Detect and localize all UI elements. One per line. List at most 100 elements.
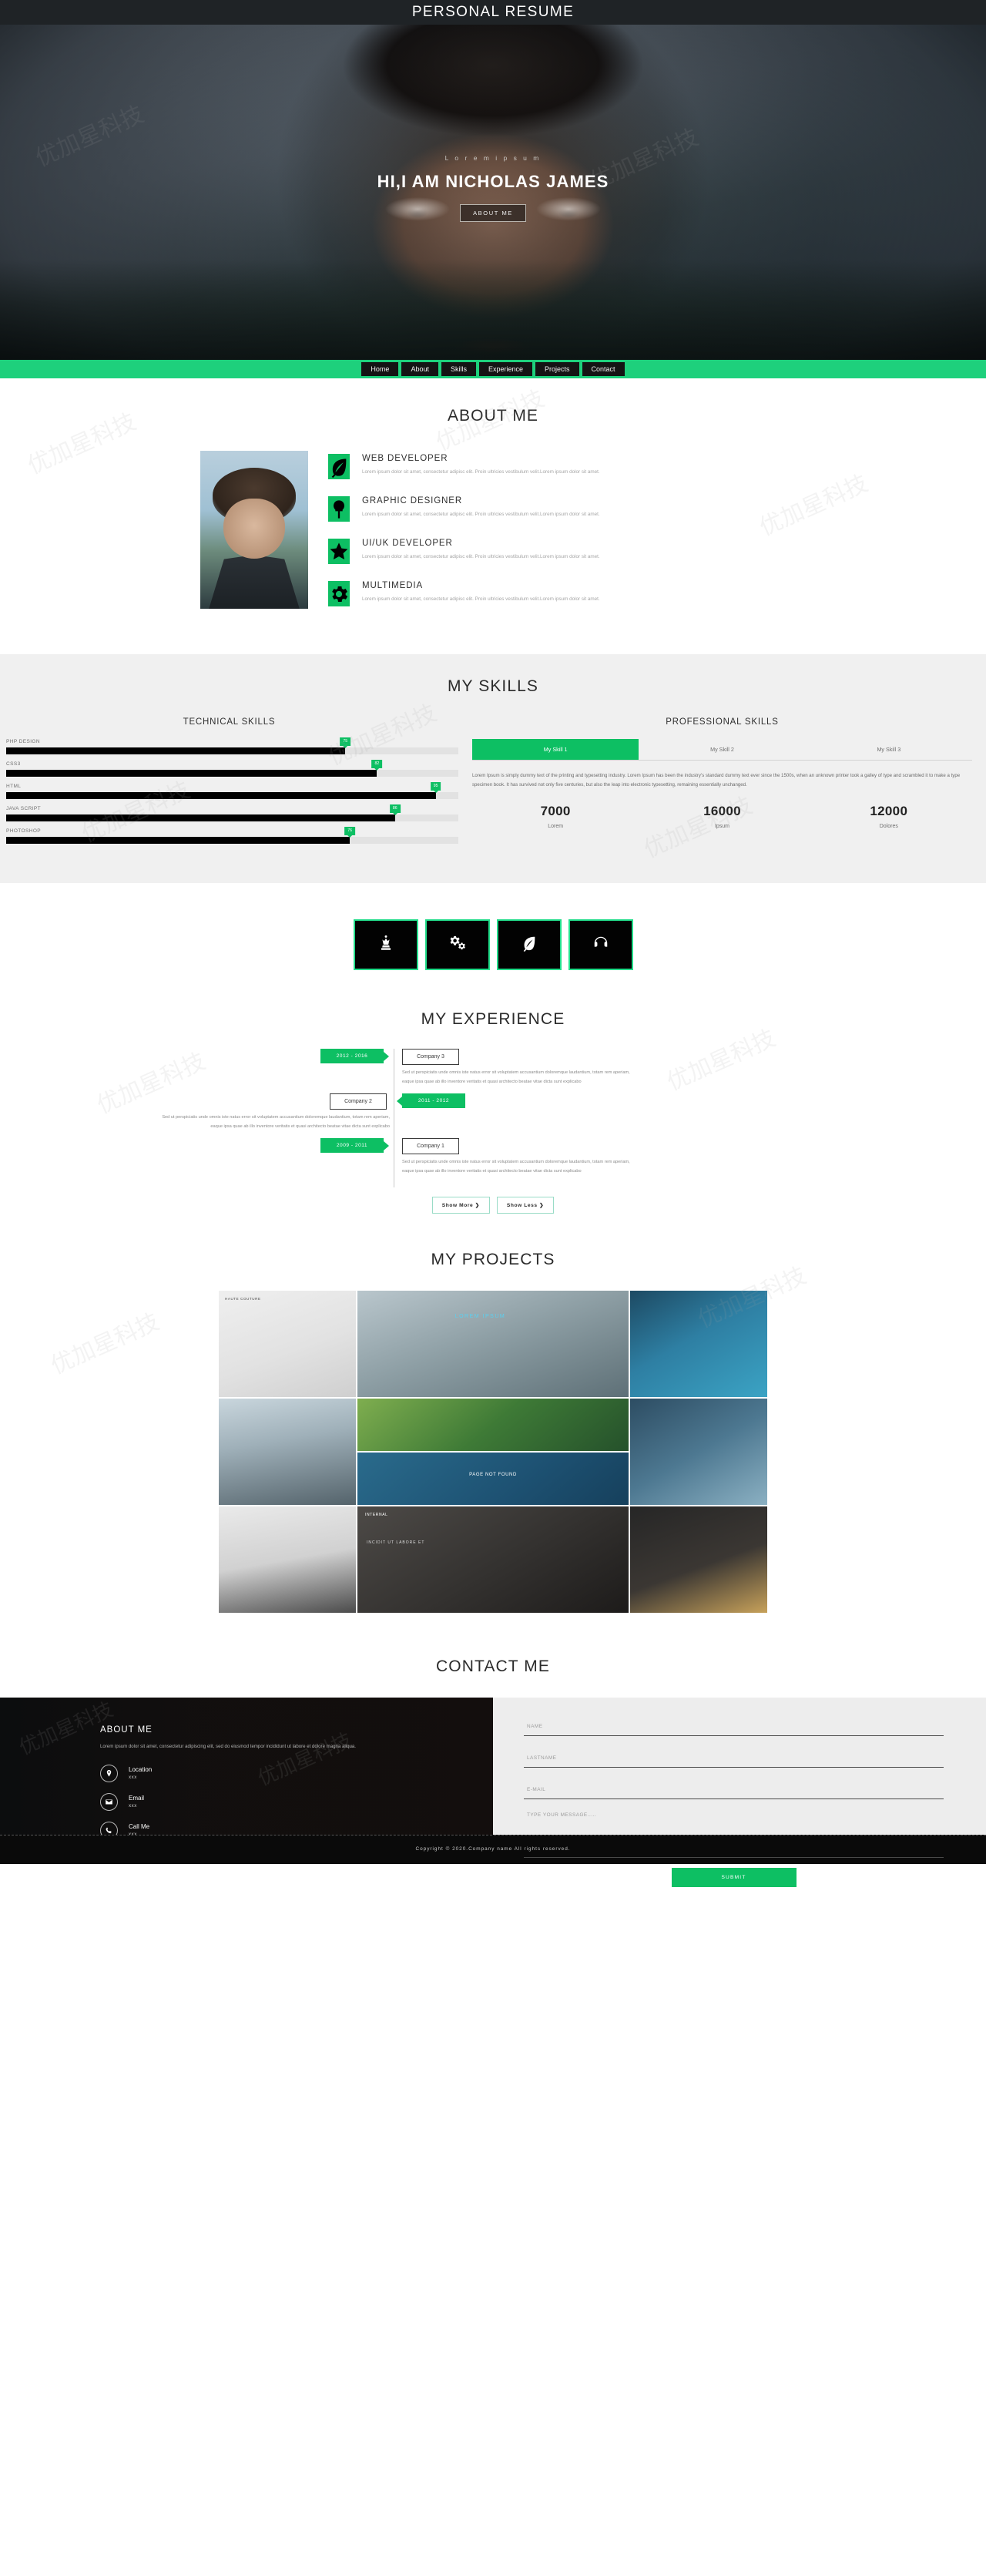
counter-item: 12000 Dolores [806, 804, 972, 829]
skill-bar-value: 95 [430, 782, 441, 793]
service-description: Lorem ipsum dolor sit amet, consectetur … [362, 512, 600, 517]
projects-heading: MY PROJECTS [431, 1251, 555, 1268]
skill-bar-row: HTML 95 [0, 782, 458, 799]
experience-company: Company 1 [402, 1138, 459, 1154]
location-pin-icon [100, 1764, 118, 1782]
headphones-icon [592, 935, 609, 956]
experience-company: Company 2 [330, 1093, 387, 1110]
skill-bars-list: PHP DESIGN 75 CSS3 82 HTML 95 JAVA SCRIPT 86 PHO… [0, 737, 458, 844]
icon-box[interactable] [424, 919, 490, 970]
experience-timeline: 2012 - 2016 Company 3 Sed ut perspiciatis … [162, 1049, 732, 1187]
skill-bar-fill [6, 837, 350, 844]
nav-item-about[interactable]: About [401, 362, 438, 376]
contact-item-label: Email [129, 1795, 145, 1802]
icon-boxes-row [0, 883, 986, 1010]
service-description: Lorem ipsum dolor sit amet, consectetur … [362, 554, 600, 559]
main-navigation: Home About Skills Experience Projects Contact [0, 360, 986, 378]
project-tile[interactable]: HAUTE COUTURE [219, 1291, 356, 1397]
hero-about-me-button[interactable]: ABOUT ME [460, 204, 526, 222]
experience-description: Sed ut perspiciatis unde omnis iste natu… [402, 1160, 630, 1174]
nav-item-experience[interactable]: Experience [478, 362, 533, 376]
service-item: WEB DEVELOPER Lorem ipsum dolor sit amet,… [328, 454, 786, 479]
technical-skills-heading: TECHNICAL SKILLS [183, 717, 276, 727]
project-caption: PAGE NOT FOUND [469, 1473, 517, 1477]
skill-bar-label: PHOTOSHOP [6, 828, 42, 834]
nav-item-projects[interactable]: Projects [535, 362, 579, 376]
project-tile[interactable]: INTERNAL INCIDIT UT LABORE ET [357, 1506, 629, 1613]
service-description: Lorem ipsum dolor sit amet, consectetur … [362, 469, 600, 475]
contact-info-panel: ABOUT ME Lorem ipsum dolor sit amet, con… [0, 1698, 493, 1835]
technical-skills-column: TECHNICAL SKILLS PHP DESIGN 75 CSS3 82 HTML 9… [0, 717, 458, 851]
counter-item: 16000 Ipsum [639, 804, 805, 829]
skill-bar-fill [6, 770, 377, 777]
skill-bar-value: 76 [344, 827, 355, 838]
lastname-input[interactable] [527, 1755, 941, 1761]
contact-form: SUBMIT [493, 1698, 986, 1887]
skill-bar-row: PHOTOSHOP 76 [0, 827, 458, 844]
contact-item: Call Me xxx [100, 1821, 493, 1835]
counter-label: Lorem [548, 824, 564, 830]
page-title: PERSONAL RESUME [411, 4, 575, 20]
name-input[interactable] [527, 1724, 941, 1729]
counter-label: Dolores [879, 824, 898, 830]
skill-bar-row: JAVA SCRIPT 86 [0, 804, 458, 821]
watermark: 优加星科技 [46, 1308, 164, 1380]
email-input[interactable] [527, 1787, 941, 1792]
counter-number: 16000 [703, 804, 741, 819]
counter-number: 12000 [870, 804, 908, 819]
lastname-field-wrap [524, 1746, 944, 1768]
project-tile[interactable] [219, 1399, 356, 1505]
skill-tab-1[interactable]: My Skill 1 [472, 739, 639, 760]
skill-bar-track: 76 [6, 827, 458, 844]
skill-bar-value: 75 [340, 737, 351, 748]
project-tile[interactable]: PAGE NOT FOUND [357, 1453, 629, 1505]
project-tile[interactable] [630, 1399, 767, 1505]
hero-title: HI,I AM NICHOLAS JAMES [377, 172, 609, 191]
skill-bar-track: 86 [6, 804, 458, 821]
counter-label: Ipsum [714, 824, 730, 830]
skill-bar-fill [6, 792, 436, 799]
skill-bar-value: 86 [389, 804, 401, 815]
icon-box[interactable] [353, 919, 418, 970]
hero-content: L o r e m i p s u m HI,I AM NICHOLAS JAM… [0, 25, 986, 222]
experience-section: MY EXPERIENCE 2012 - 2016 Company 3 Sed ut… [0, 1010, 986, 1232]
project-tile[interactable] [357, 1399, 629, 1451]
counter-item: 7000 Lorem [472, 804, 639, 829]
about-services-list: WEB DEVELOPER Lorem ipsum dolor sit amet,… [328, 451, 786, 623]
experience-date: 2009 - 2011 [320, 1138, 389, 1153]
project-tile[interactable] [630, 1506, 767, 1613]
about-portrait-body [209, 555, 300, 609]
project-tile[interactable] [219, 1506, 356, 1613]
skill-bar-track: 95 [6, 782, 458, 799]
project-tile[interactable] [630, 1291, 767, 1397]
project-caption: LOREM IPSUM [454, 1314, 506, 1319]
contact-item-value: xxx [129, 1832, 137, 1835]
nav-item-skills[interactable]: Skills [441, 362, 476, 376]
show-less-button[interactable]: Show Less ❯ [496, 1197, 555, 1214]
message-textarea[interactable] [527, 1812, 941, 1849]
project-caption: HAUTE COUTURE [225, 1297, 261, 1301]
nav-item-home[interactable]: Home [361, 362, 399, 376]
skill-tab-2[interactable]: My Skill 2 [639, 739, 805, 760]
skills-heading: MY SKILLS [447, 677, 539, 695]
contact-item-value: xxx [129, 1803, 137, 1809]
show-more-button[interactable]: Show More ❯ [431, 1197, 490, 1214]
experience-entry: 2011 - 2012 Company 2 Sed ut perspiciatis … [162, 1093, 732, 1138]
cogs-icon [449, 935, 466, 956]
project-tile[interactable]: LOREM IPSUM [357, 1291, 629, 1397]
experience-date: 2011 - 2012 [397, 1093, 465, 1108]
submit-button[interactable]: SUBMIT [671, 1868, 797, 1887]
nav-item-contact[interactable]: Contact [582, 362, 625, 376]
icon-box[interactable] [568, 919, 633, 970]
icon-box[interactable] [496, 919, 562, 970]
skills-section: MY SKILLS TECHNICAL SKILLS PHP DESIGN 75 C… [0, 654, 986, 883]
experience-description: Sed ut perspiciatis unde omnis iste natu… [402, 1070, 630, 1084]
project-caption: INCIDIT UT LABORE ET [367, 1540, 425, 1545]
envelope-icon [100, 1792, 118, 1811]
project-caption: INTERNAL [365, 1513, 388, 1517]
skill-tab-3[interactable]: My Skill 3 [806, 739, 972, 760]
email-field-wrap [524, 1778, 944, 1799]
skill-bar-fill [6, 814, 395, 821]
chess-queen-icon [377, 935, 394, 956]
watermark: 优加星科技 [92, 1047, 210, 1120]
